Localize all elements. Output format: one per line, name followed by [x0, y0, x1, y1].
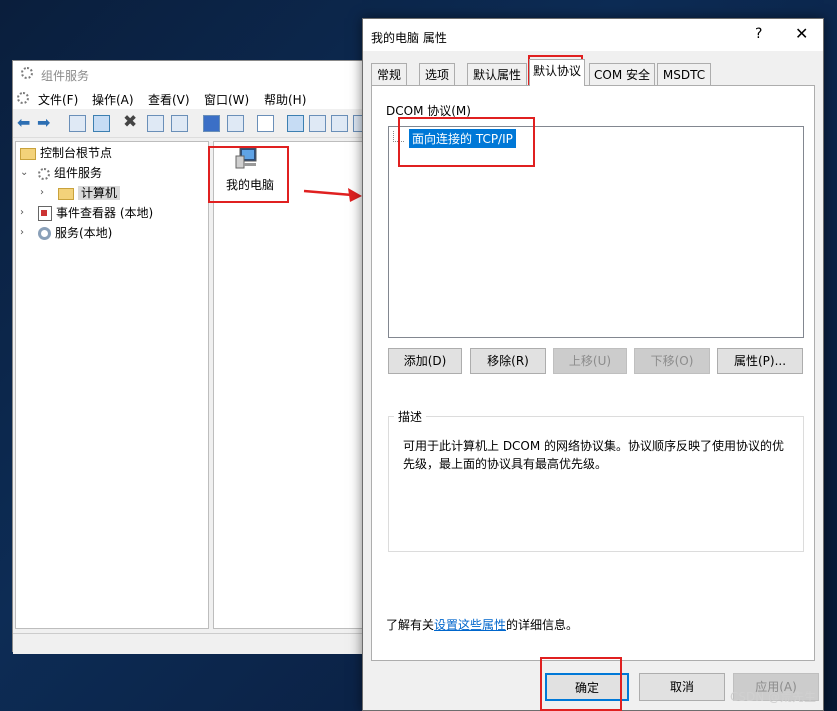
tree-item-event-viewer[interactable]: › 事件查看器 (本地) — [20, 204, 153, 222]
show-hide-action-pane-icon[interactable] — [227, 115, 244, 132]
info-line: 了解有关设置这些属性的详细信息。 — [386, 616, 578, 633]
back-icon[interactable]: ⬅ — [17, 113, 30, 132]
watermark: CSDN @荒先生 — [730, 690, 817, 704]
ok-button[interactable]: 确定 — [545, 673, 629, 701]
folder-icon — [20, 147, 36, 160]
dcom-protocols-label: DCOM 协议(M) — [386, 104, 471, 118]
tree-item-component-services[interactable]: ⌄ 组件服务 — [20, 164, 102, 182]
dialog-titlebar: 我的电脑 属性 ? ✕ — [363, 19, 823, 51]
tab-default-properties[interactable]: 默认属性 — [467, 63, 527, 85]
remove-button[interactable]: 移除(R) — [470, 348, 546, 374]
cs-toolbar: ⬅ ➡ ✖ — [13, 111, 371, 138]
details-pane: 我的电脑 — [213, 141, 373, 629]
delete-icon[interactable]: ✖ — [123, 112, 137, 132]
help-button[interactable]: ? — [755, 26, 762, 42]
status-bar — [13, 633, 371, 654]
my-computer-label[interactable]: 我的电脑 — [226, 176, 274, 193]
properties-button[interactable]: 属性(P)... — [717, 348, 803, 374]
services-icon — [38, 227, 51, 240]
help-icon[interactable] — [203, 115, 220, 132]
tab-options[interactable]: 选项 — [419, 63, 455, 85]
tree-item-console-root[interactable]: 控制台根节点 — [20, 144, 112, 162]
close-button[interactable]: ✕ — [795, 24, 808, 43]
refresh-icon[interactable] — [171, 115, 188, 132]
move-up-button[interactable]: 上移(U) — [553, 348, 627, 374]
new-icon[interactable] — [257, 115, 274, 132]
tab-general[interactable]: 常规 — [371, 63, 407, 85]
tree-item-services[interactable]: › 服务(本地) — [20, 224, 112, 242]
computer-icon[interactable] — [234, 146, 260, 170]
properties-dialog: 我的电脑 属性 ? ✕ 常规 选项 默认属性 默认协议 COM 安全 MSDTC… — [362, 18, 824, 711]
tab-com-security[interactable]: COM 安全 — [589, 63, 655, 85]
chevron-right-icon[interactable]: › — [40, 184, 44, 202]
large-icons-view-icon[interactable] — [287, 115, 304, 132]
component-services-icon — [38, 167, 50, 180]
chevron-right-icon[interactable]: › — [20, 204, 24, 222]
event-viewer-icon — [38, 206, 52, 221]
menu-file[interactable]: 文件(F) — [38, 91, 78, 108]
tree-item-computers[interactable]: › 计算机 — [40, 184, 121, 202]
dialog-title: 我的电脑 属性 — [371, 31, 447, 45]
console-icon[interactable] — [17, 92, 29, 104]
tree-label: 组件服务 — [54, 166, 103, 180]
cancel-button[interactable]: 取消 — [639, 673, 725, 701]
tab-default-protocols[interactable]: 默认协议 — [529, 59, 585, 86]
chevron-down-icon[interactable]: ⌄ — [20, 164, 28, 182]
cs-titlebar: 组件服务 — [13, 61, 371, 87]
menu-action[interactable]: 操作(A) — [92, 91, 134, 108]
console-tree: 控制台根节点 ⌄ 组件服务 › 计算机 › 事件查看器 (本地) › 服务(本地… — [15, 141, 209, 629]
properties-icon[interactable] — [147, 115, 164, 132]
menu-view[interactable]: 查看(V) — [148, 91, 190, 108]
tab-panel: DCOM 协议(M) 面向连接的 TCP/IP 添加(D) 移除(R) 上移(U… — [371, 85, 815, 661]
description-group: 可用于此计算机上 DCOM 的网络协议集。协议顺序反映了使用协议的优先级，最上面… — [388, 416, 804, 552]
list-view-icon[interactable] — [331, 115, 348, 132]
tab-msdtc[interactable]: MSDTC — [657, 63, 711, 85]
cs-menubar: 文件(F) 操作(A) 查看(V) 窗口(W) 帮助(H) — [13, 87, 371, 109]
tree-label: 服务(本地) — [55, 226, 113, 240]
info-suffix: 的详细信息。 — [506, 618, 579, 632]
tree-label: 控制台根节点 — [40, 146, 113, 160]
description-title: 描述 — [394, 408, 427, 425]
info-prefix: 了解有关 — [386, 618, 435, 632]
small-icons-view-icon[interactable] — [309, 115, 326, 132]
up-folder-icon[interactable] — [69, 115, 86, 132]
red-arrow-icon — [303, 188, 362, 202]
component-services-icon — [21, 67, 33, 79]
add-button[interactable]: 添加(D) — [388, 348, 462, 374]
protocol-list[interactable]: 面向连接的 TCP/IP — [388, 126, 804, 338]
description-text: 可用于此计算机上 DCOM 的网络协议集。协议顺序反映了使用协议的优先级，最上面… — [403, 439, 785, 471]
menu-window[interactable]: 窗口(W) — [204, 91, 249, 108]
list-item[interactable]: 面向连接的 TCP/IP — [409, 129, 516, 148]
forward-icon[interactable]: ➡ — [37, 113, 50, 132]
menu-help[interactable]: 帮助(H) — [264, 91, 306, 108]
cs-window-title: 组件服务 — [41, 69, 90, 83]
folder-icon — [58, 187, 74, 200]
move-down-button[interactable]: 下移(O) — [634, 348, 710, 374]
show-tree-icon[interactable] — [93, 115, 110, 132]
component-services-window: 组件服务 文件(F) 操作(A) 查看(V) 窗口(W) 帮助(H) ⬅ ➡ ✖… — [12, 60, 373, 654]
tree-line — [393, 131, 404, 142]
tree-label: 计算机 — [78, 186, 121, 200]
settings-help-link[interactable]: 设置这些属性 — [434, 618, 506, 632]
tree-label: 事件查看器 (本地) — [56, 206, 154, 220]
chevron-right-icon[interactable]: › — [20, 224, 24, 242]
